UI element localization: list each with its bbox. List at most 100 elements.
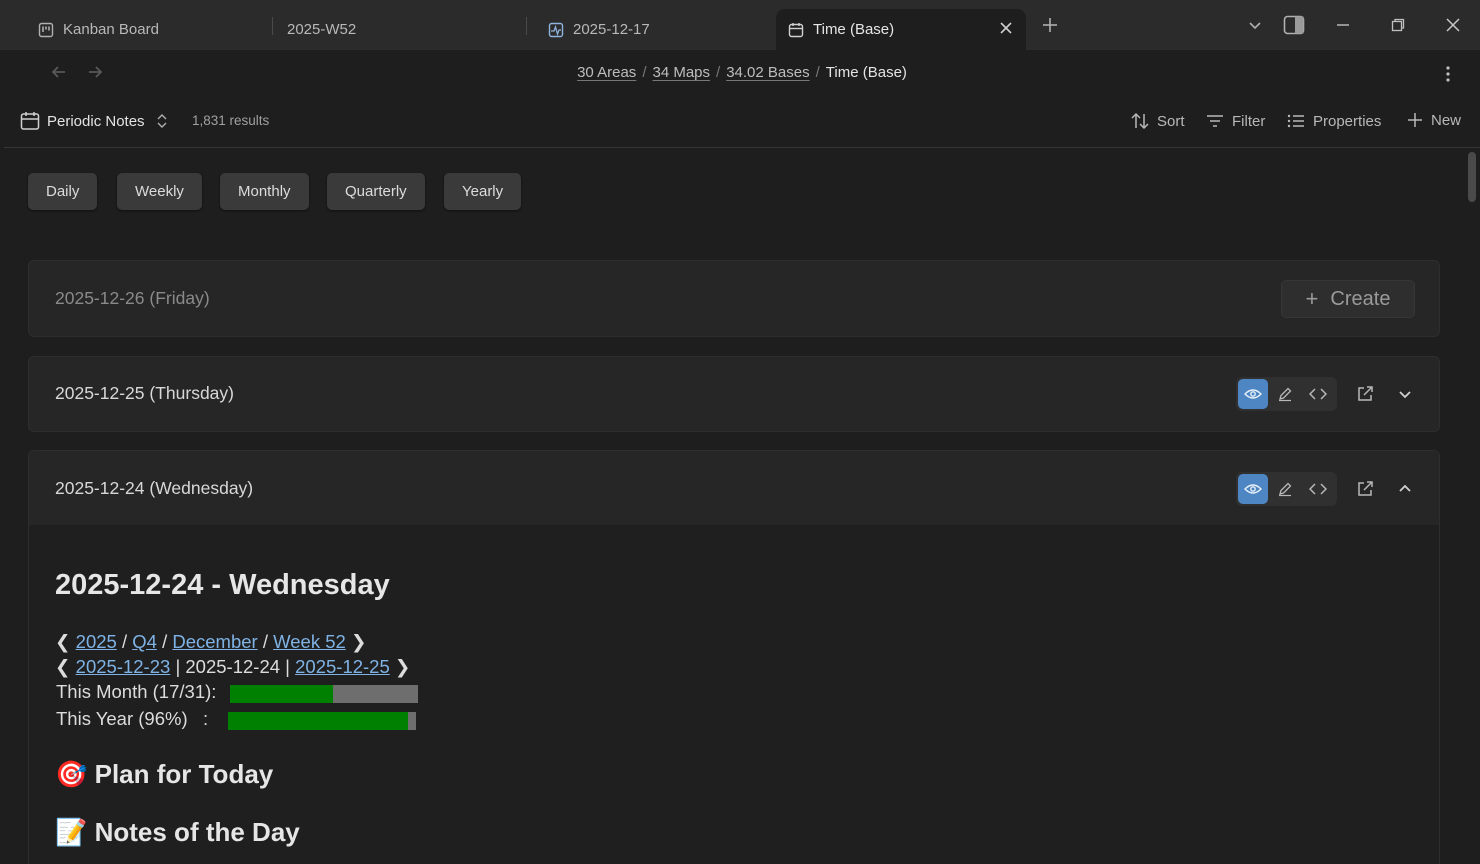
filter-icon [1207,115,1223,127]
breadcrumb-item[interactable]: 30 Areas [577,64,636,81]
plan-heading: 🎯 Plan for Today [55,759,274,789]
sort-label: Sort [1157,112,1185,130]
view-mode-switch [1236,472,1337,506]
new-label: New [1431,111,1462,129]
nav-bar: 30 Areas / 34 Maps / 34.02 Bases / Time (Base) [4,50,1480,96]
chevron-down-icon [1249,22,1261,30]
base-content: Daily Weekly Monthly Quarterly Yearly 20… [4,149,1480,864]
nav-separator: / [162,631,168,652]
scrollbar[interactable] [1468,152,1476,202]
week-link[interactable]: Week 52 [273,631,346,652]
chevron-down-icon [1399,391,1411,399]
note-heading: 2025-12-24 - Wednesday [55,569,390,601]
create-button[interactable]: + Create [1281,280,1415,318]
new-tab-button[interactable] [1038,13,1062,37]
create-label: Create [1330,287,1391,310]
code-icon [1308,388,1327,400]
view-name: Periodic Notes [47,112,145,130]
nav-separator: | [285,656,290,677]
plus-icon [1043,18,1057,32]
tab-time-base[interactable]: Time (Base) [776,9,1026,50]
edit-view-button[interactable] [1270,474,1300,504]
chevron-up-icon [1399,484,1411,492]
tab-2025-w52[interactable]: 2025-W52 [287,9,356,50]
open-note-button[interactable] [1355,479,1375,499]
tab-kanban-board[interactable]: Kanban Board [38,9,159,50]
period-navigation: ❮ 2025 / Q4 / December / Week 52 ❯ [55,631,366,653]
prev-day-link[interactable]: 2025-12-23 [76,656,171,677]
plus-icon [1408,113,1422,127]
external-link-icon [1358,481,1373,496]
prev-arrow: ❮ [55,631,71,652]
breadcrumb-item[interactable]: 34.02 Bases [726,64,809,81]
note-card: 2025-12-26 (Friday) + Create [28,260,1440,337]
sidebar-right-icon [1283,15,1305,35]
list-icon [1287,114,1304,128]
reading-view-button[interactable] [1238,474,1269,504]
note-card: 2025-12-25 (Thursday) [28,356,1440,432]
breadcrumb: 30 Areas / 34 Maps / 34.02 Bases / Time (Base) [4,64,1480,81]
collapse-button[interactable] [1395,479,1415,499]
plus-icon: + [1305,286,1319,311]
breadcrumb-separator: / [642,64,647,81]
month-progress-bar [230,685,418,703]
day-navigation: ❮ 2025-12-23 | 2025-12-24 | 2025-12-25 ❯ [55,656,410,678]
view-mode-switch [1236,377,1337,411]
year-progress-bar [228,712,416,730]
breadcrumb-separator: / [815,64,820,81]
base-toolbar: Periodic Notes 1,831 results Sort Filter… [4,96,1480,148]
chevrons-up-down-icon [157,114,167,128]
properties-label: Properties [1313,112,1382,130]
edit-view-button[interactable] [1270,379,1300,409]
card-title: 2025-12-25 (Thursday) [55,383,234,403]
tab-bar: Kanban Board 2025-W52 2025-12-17 Time (B… [0,0,1480,50]
filter-quarterly[interactable]: Quarterly [327,173,425,210]
filter-weekly[interactable]: Weekly [117,173,202,210]
filter-yearly[interactable]: Yearly [444,173,522,210]
tab-2025-12-17[interactable]: 2025-12-17 [548,9,650,50]
next-day-link[interactable]: 2025-12-25 [295,656,390,677]
view-selector[interactable]: Periodic Notes [20,111,169,131]
open-note-button[interactable] [1355,384,1375,404]
restore-icon [1391,18,1405,32]
expand-button[interactable] [1395,384,1415,404]
reading-view-button[interactable] [1238,379,1269,409]
calendar-icon [20,112,40,130]
year-link[interactable]: 2025 [76,631,117,652]
card-title: 2025-12-24 (Wednesday) [55,478,254,498]
quarter-link[interactable]: Q4 [132,631,157,652]
external-link-icon [1358,386,1373,401]
eye-icon [1244,389,1263,399]
code-icon [1308,483,1327,495]
pencil-icon [1279,387,1292,402]
restore-button[interactable] [1386,13,1410,37]
minimize-button[interactable] [1331,13,1355,37]
properties-button[interactable]: Properties [1286,111,1381,131]
sort-button[interactable]: Sort [1130,111,1185,131]
breadcrumb-current[interactable]: Time (Base) [826,64,907,81]
source-view-button[interactable] [1303,474,1333,504]
minimize-icon [1337,24,1349,26]
month-link[interactable]: December [172,631,257,652]
embedded-note: 2025-12-24 - Wednesday ❮ 2025 / Q4 / Dec… [55,569,1395,864]
nav-separator: | [175,656,181,677]
new-button[interactable]: New [1406,111,1461,129]
prev-arrow: ❮ [55,656,71,677]
year-progress-label: This Year (96%) : [56,708,209,729]
sidebar-toggle-button[interactable] [1282,13,1306,37]
source-view-button[interactable] [1303,379,1333,409]
close-window-button[interactable] [1441,13,1465,37]
nav-separator: / [121,631,128,652]
next-arrow: ❯ [394,656,411,677]
tab-label: Time (Base) [813,21,895,38]
tab-label: 2025-W52 [287,21,357,38]
filter-button[interactable]: Filter [1205,111,1265,131]
tab-divider [526,17,527,35]
close-icon[interactable] [998,20,1014,36]
filter-label: Filter [1232,112,1266,130]
breadcrumb-item[interactable]: 34 Maps [652,64,710,81]
tab-list-button[interactable] [1243,13,1267,37]
more-options-button[interactable] [1440,64,1456,84]
filter-monthly[interactable]: Monthly [220,173,309,210]
filter-daily[interactable]: Daily [28,173,98,210]
